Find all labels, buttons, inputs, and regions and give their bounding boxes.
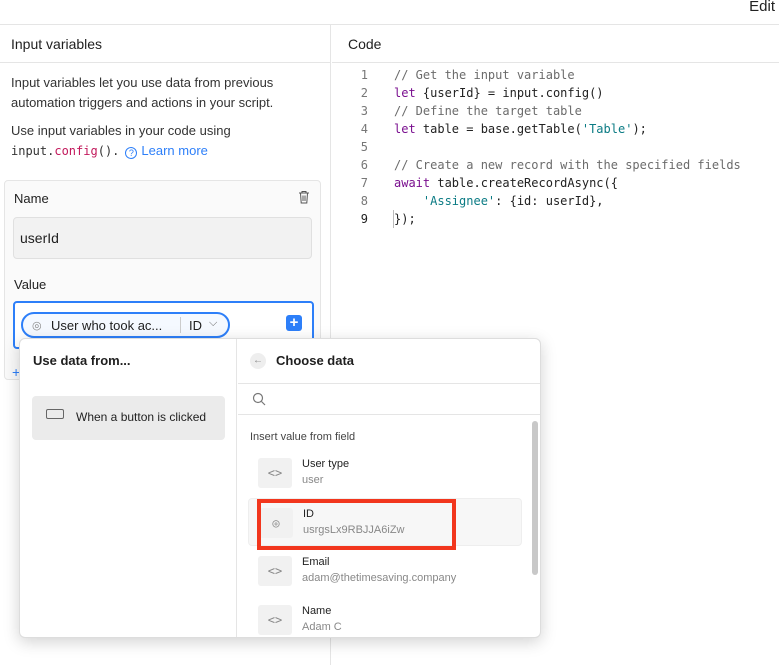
code-token: {userId} = input.config() [415,86,604,100]
code-token: // Get the input variable [394,68,575,82]
code-line[interactable]: 8 'Assignee': {id: userId}, [332,192,779,210]
name-label: Name [14,191,49,206]
code-line[interactable]: 7 await table.createRecordAsync({ [332,174,779,192]
code-line[interactable]: 3 // Define the target table [332,102,779,120]
field-name: Name [302,605,332,617]
learn-more-link[interactable]: Learn more [141,143,207,158]
code-token: // Create a new record with the specifie… [394,158,741,172]
choose-data-title: Choose data [276,353,355,368]
code-token: 'Assignee' [422,194,496,208]
code-token: // Define the target table [394,104,582,118]
button-icon [46,409,64,419]
code-fn: config [54,144,98,158]
code-token: table.createRecordAsync({ [430,176,618,190]
choose-data-column: ← Choose data Insert value from field <>… [238,339,540,637]
field-name: Email [302,556,330,568]
field-name: User type [302,458,350,470]
code-token: table = base.getTable( [415,122,582,136]
code-token: let [394,86,416,100]
trigger-option[interactable]: When a button is clicked [32,396,225,440]
code-token: let [394,122,416,136]
code-line[interactable]: 1 // Get the input variable [332,66,779,84]
code-icon: <> [258,458,292,488]
highlight-box [257,499,456,550]
token-label: User who took ac... [51,318,163,333]
code-text: await table.createRecordAsync({ [394,174,618,192]
code-icon: <> [258,605,292,635]
trash-icon[interactable] [298,190,310,204]
token-divider [180,317,181,333]
code-token: ); [632,122,647,136]
field-option-name[interactable]: <> Name Adam C [248,596,522,637]
code-token: : {id: userId}, [495,194,604,208]
code-token: }); [394,212,416,226]
code-text: // Create a new record with the specifie… [394,156,741,174]
code-editor[interactable]: 1 // Get the input variable 2 let {userId} … [332,66,779,228]
code-line[interactable]: 9}); [332,210,779,228]
source-title: Use data from... [33,353,131,368]
search-input[interactable] [272,389,522,409]
field-value: adam@thetimesaving.company [302,572,457,584]
code-text: let {userId} = input.config() [394,84,604,102]
line-number: 9 [360,212,368,226]
usage-text: Use input variables in your code using i… [11,121,319,161]
scrollbar[interactable] [532,421,538,575]
line-number: 7 [360,176,368,190]
code-text: let table = base.getTable('Table'); [394,120,647,138]
line-number: 2 [360,86,368,100]
code-line[interactable]: 5 [332,138,779,156]
code-token: 'Table' [581,122,633,136]
section-label: Insert value from field [250,431,356,443]
usage-prefix: Use input variables in your code using [11,123,231,138]
field-value: Adam C [302,621,342,633]
search-bar [238,383,540,415]
field-option-user-type[interactable]: <> User type user [248,449,522,497]
code-text: // Get the input variable [394,66,575,84]
top-bar: Edit [0,0,779,25]
line-number: 5 [360,140,368,154]
code-obj: input. [11,144,55,158]
chevron-down-icon[interactable]: ⌵ [209,317,217,330]
code-token: await [394,176,431,190]
token-property[interactable]: ID [189,318,202,333]
description: Input variables let you use data from pr… [0,63,330,161]
code-text: // Define the target table [394,102,582,120]
line-number: 4 [360,122,368,136]
value-token-pill[interactable]: ◎ User who took ac... ID ⌵ [21,312,230,338]
trigger-label: When a button is clicked [76,410,207,424]
edit-button[interactable]: Edit [749,0,775,15]
panel-title: Input variables [0,25,330,63]
name-field[interactable]: userId [13,217,312,259]
code-line[interactable]: 4 let table = base.getTable('Table'); [332,120,779,138]
code-line[interactable]: 6 // Create a new record with the specifi… [332,156,779,174]
code-text: }); [394,210,416,228]
field-option-email[interactable]: <> Email adam@thetimesaving.company [248,547,522,595]
search-icon [252,392,266,406]
code-icon: <> [258,556,292,586]
data-picker-popup: Use data from... When a button is clicke… [19,338,541,638]
line-number: 1 [360,68,368,82]
line-number: 8 [360,194,368,208]
back-arrow-icon[interactable]: ← [250,353,266,369]
value-label: Value [14,277,47,292]
code-title: Code [332,25,779,63]
description-text: Input variables let you use data from pr… [11,75,274,110]
question-icon: ? [125,147,138,159]
source-column: Use data from... When a button is clicke… [20,339,237,637]
code-line[interactable]: 2 let {userId} = input.config() [332,84,779,102]
code-paren: (). [97,144,120,158]
fingerprint-icon: ◎ [32,320,42,332]
code-snippet: input.config(). [11,144,119,158]
field-value: user [302,474,324,486]
code-text: 'Assignee': {id: userId}, [394,192,604,210]
line-number: 6 [360,158,368,172]
insert-plus-button[interactable]: + [286,315,302,331]
line-number: 3 [360,104,368,118]
